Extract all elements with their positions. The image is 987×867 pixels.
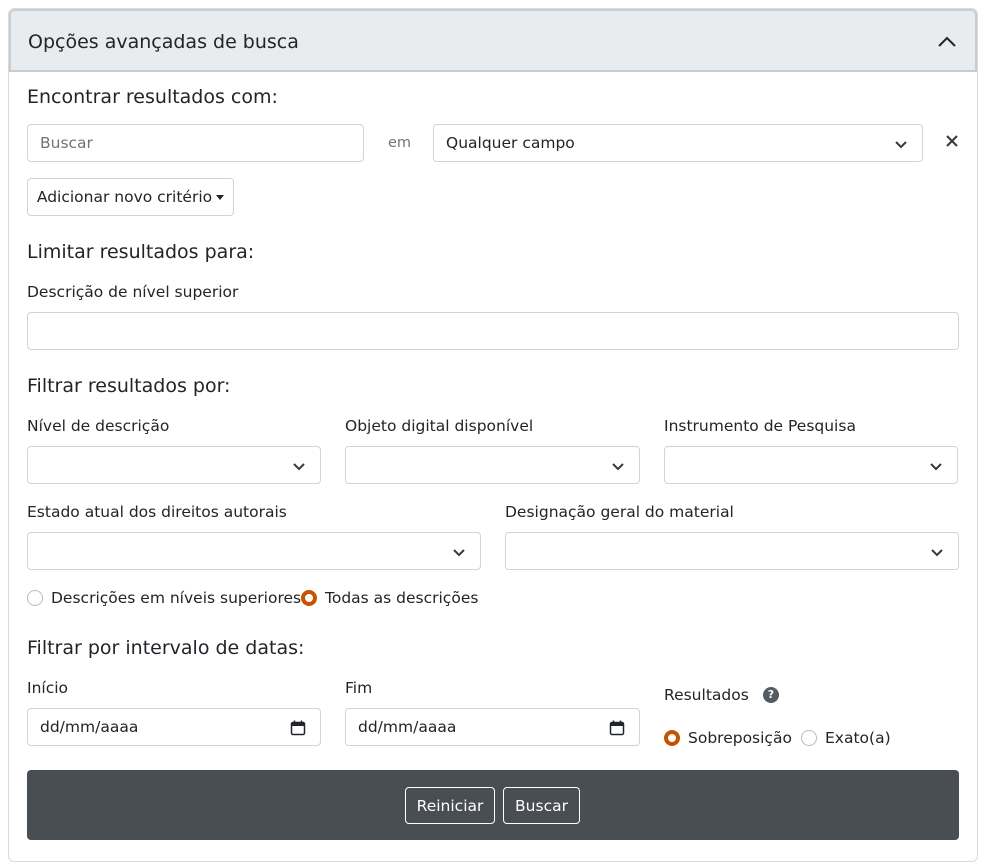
copyright-label: Estado atual dos direitos autorais: [27, 503, 287, 521]
field-select-value: Qualquer campo: [446, 134, 575, 152]
close-icon[interactable]: [944, 133, 960, 149]
radio-all-descriptions[interactable]: [301, 590, 317, 606]
start-date-input[interactable]: dd/mm/aaaa: [27, 708, 321, 746]
add-criterion-button[interactable]: Adicionar novo critério: [27, 178, 234, 216]
radio-exact-label: Exato(a): [825, 729, 891, 747]
reset-button[interactable]: Reiniciar: [405, 787, 495, 824]
copyright-select[interactable]: [27, 532, 481, 570]
chevron-down-icon: [931, 549, 943, 557]
finding-aid-label: Instrumento de Pesquisa: [664, 417, 856, 435]
radio-exact[interactable]: [801, 730, 817, 746]
radio-top-level-label: Descrições em níveis superiores: [51, 589, 302, 607]
end-date-value: dd/mm/aaaa: [358, 718, 457, 736]
chevron-down-icon: [612, 463, 624, 471]
panel-title: Opções avançadas de busca: [28, 31, 299, 53]
caret-down-icon: [216, 195, 225, 200]
top-level-description-input[interactable]: [27, 312, 959, 350]
panel-header[interactable]: Opções avançadas de busca: [9, 9, 977, 72]
end-date-input[interactable]: dd/mm/aaaa: [345, 708, 640, 746]
top-level-label: Descrição de nível superior: [27, 283, 239, 301]
level-label: Nível de descrição: [27, 417, 170, 435]
material-select[interactable]: [505, 532, 959, 570]
dates-heading: Filtrar por intervalo de datas:: [27, 637, 305, 659]
radio-overlap[interactable]: [664, 730, 680, 746]
chevron-down-icon: [293, 463, 305, 471]
end-date-label: Fim: [345, 679, 373, 697]
chevron-down-icon: [895, 141, 907, 149]
level-select[interactable]: [27, 446, 321, 484]
radio-top-level-descriptions[interactable]: [27, 590, 43, 606]
question-circle-icon[interactable]: ?: [763, 687, 779, 703]
material-label: Designação geral do material: [505, 503, 734, 521]
search-button[interactable]: Buscar: [503, 787, 580, 824]
digital-object-label: Objeto digital disponível: [345, 417, 534, 435]
chevron-up-icon[interactable]: [936, 31, 958, 53]
add-criterion-label: Adicionar novo critério: [36, 188, 213, 206]
field-select[interactable]: Qualquer campo: [433, 124, 923, 162]
chevron-down-icon: [930, 463, 942, 471]
in-label: em: [388, 135, 412, 151]
start-date-label: Início: [27, 679, 69, 697]
find-heading: Encontrar resultados com:: [27, 86, 278, 108]
start-date-value: dd/mm/aaaa: [40, 718, 139, 736]
search-input[interactable]: [27, 124, 364, 162]
digital-object-select[interactable]: [345, 446, 640, 484]
form-actions-bar: Reiniciar Buscar: [27, 770, 959, 840]
chevron-down-icon: [453, 549, 465, 557]
filter-heading: Filtrar resultados por:: [27, 375, 231, 397]
calendar-icon[interactable]: [609, 720, 625, 736]
limit-heading: Limitar resultados para:: [27, 241, 255, 263]
radio-all-descriptions-label: Todas as descrições: [325, 589, 479, 607]
radio-overlap-label: Sobreposição: [688, 729, 792, 747]
finding-aid-select[interactable]: [664, 446, 958, 484]
calendar-icon[interactable]: [290, 720, 306, 736]
results-label: Resultados: [664, 686, 749, 704]
